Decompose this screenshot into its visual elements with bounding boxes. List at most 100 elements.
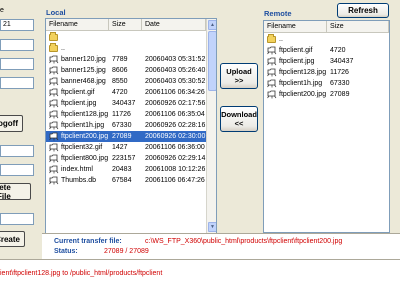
local-row[interactable]: .. (46, 43, 206, 54)
file-icon (49, 88, 59, 97)
remote-row[interactable]: ftpclient.gif 4720 (264, 45, 389, 56)
path-field[interactable] (0, 145, 34, 157)
remote-row[interactable]: ftpclient128.jpg 11726 (264, 67, 389, 78)
local-filename: ftpclient.jpg (61, 100, 97, 107)
local-size: 1427 (112, 144, 128, 151)
local-title: Local (46, 8, 66, 17)
local-date: 20061106 06:35:04 (145, 111, 205, 118)
log-line: ient\ftpclient128.jpg to /public_html/pr… (0, 270, 163, 277)
remote-file-list[interactable]: Filename Size .. ftpclient.gif 4720 ftpclie… (263, 20, 390, 233)
scroll-up-icon[interactable]: ▲ (208, 20, 216, 30)
local-row[interactable]: ftpclient1h.jpg 67330 20060926 02:28:16 (46, 120, 206, 131)
local-file-list[interactable]: Filename Size Date .. banner120.jpg 7789 20… (45, 18, 217, 234)
local-date: 20060926 02:29:14 (145, 155, 206, 162)
scroll-down-icon[interactable]: ▼ (208, 222, 216, 232)
local-date: 20060926 02:17:56 (145, 100, 206, 107)
local-row[interactable]: ftpclient.gif 4720 20061106 06:34:26 (46, 87, 206, 98)
local-filename: ftpclient.gif (61, 89, 95, 96)
log-panel[interactable]: ient\ftpclient128.jpg to /public_html/pr… (0, 259, 400, 287)
remote-col-size[interactable]: Size (327, 21, 389, 33)
local-row[interactable]: ftpclient32.gif 1427 20061106 06:36:00 (46, 142, 206, 153)
local-size: 8606 (112, 67, 128, 74)
logoff-button[interactable]: Logoff (0, 115, 23, 132)
local-filename: ftpclient1h.jpg (61, 122, 105, 129)
remote-size: 340437 (330, 58, 354, 65)
local-row[interactable]: banner468.jpg 8550 20060403 05:30:52 (46, 76, 206, 87)
file-icon (267, 79, 277, 88)
local-row[interactable]: index.html 20483 20061008 10:12:26 (46, 164, 206, 175)
delete-file-button[interactable]: lete File (0, 182, 31, 201)
local-col-size[interactable]: Size (109, 19, 142, 31)
local-col-date[interactable]: Date (142, 19, 206, 31)
remote-row[interactable]: ftpclient1h.jpg 67330 (264, 78, 389, 89)
local-date: 20060926 02:30:00 (145, 133, 206, 140)
file-icon (49, 55, 59, 64)
local-row[interactable]: banner120.jpg 7789 20060403 05:31:52 (46, 54, 206, 65)
local-size: 67330 (112, 122, 132, 129)
local-date: 20061106 06:47:26 (145, 177, 205, 184)
create-label: Create (0, 234, 20, 244)
port-field[interactable]: 21 (0, 19, 34, 31)
local-date: 20061008 10:12:26 (145, 166, 206, 173)
user-field[interactable] (0, 58, 34, 70)
logoff-label: Logoff (0, 119, 18, 128)
local-row[interactable]: Thumbs.db 67584 20061106 06:47:26 (46, 175, 206, 186)
local-size: 8550 (112, 78, 128, 85)
local-row[interactable]: ftpclient.jpg 340437 20060926 02:17:56 (46, 98, 206, 109)
scroll-thumb[interactable] (208, 31, 216, 91)
local-size: 27089 (112, 133, 132, 140)
local-filename: banner468.jpg (61, 78, 106, 85)
file-icon (49, 121, 59, 130)
local-scrollbar[interactable]: ▲ ▼ (206, 19, 216, 233)
host-field[interactable] (0, 39, 34, 51)
refresh-button[interactable]: Refresh (337, 3, 389, 18)
local-row[interactable]: ftpclient200.jpg 27089 20060926 02:30:00 (46, 131, 206, 142)
remote-row[interactable]: ftpclient.jpg 340437 (264, 56, 389, 67)
download-label: Download (221, 110, 257, 119)
file-icon (267, 46, 277, 55)
remote-row[interactable]: .. (264, 34, 389, 45)
local-size: 223157 (112, 155, 136, 162)
file-icon (267, 57, 277, 66)
local-filename: .. (61, 45, 65, 52)
remote-filename: ftpclient200.jpg (279, 91, 327, 98)
local-row[interactable] (46, 32, 206, 43)
rename-field[interactable] (0, 164, 34, 176)
file-icon (267, 68, 277, 77)
delete-label: lete File (0, 182, 11, 201)
upload-button[interactable]: Upload >> (220, 63, 258, 89)
file-icon (49, 66, 59, 75)
remote-col-filename[interactable]: Filename (264, 21, 327, 33)
local-row[interactable]: banner125.jpg 8606 20060403 05:26:40 (46, 65, 206, 76)
status-value: 27089 / 27089 (104, 248, 149, 255)
port-value: 21 (3, 21, 11, 28)
local-size: 4720 (112, 89, 128, 96)
new-folder-field[interactable] (0, 213, 34, 225)
folder-icon (49, 43, 58, 52)
local-size: 7789 (112, 56, 128, 63)
download-button[interactable]: Download << (220, 106, 258, 132)
create-button[interactable]: Create (0, 231, 25, 247)
remote-filename: ftpclient1h.jpg (279, 80, 323, 87)
local-filename: Thumbs.db (61, 177, 97, 184)
transfer-status-panel: Current transfer file: c:\WS_FTP_X360\pu… (42, 233, 400, 259)
remote-size: 11726 (330, 69, 349, 76)
local-date: 20061106 06:34:26 (145, 89, 205, 96)
local-date: 20060403 05:30:52 (145, 78, 206, 85)
password-field[interactable] (0, 77, 34, 89)
remote-filename: .. (279, 36, 283, 43)
local-row[interactable]: ftpclient128.jpg 11726 20061106 06:35:04 (46, 109, 206, 120)
remote-row[interactable]: ftpclient200.jpg 27089 (264, 89, 389, 100)
status-label: Status: (54, 248, 78, 255)
local-filename: index.html (61, 166, 93, 173)
download-arrows-icon: << (234, 119, 244, 128)
local-col-filename[interactable]: Filename (46, 19, 109, 31)
remote-filename: ftpclient.jpg (279, 58, 315, 65)
file-icon (49, 165, 59, 174)
file-icon (267, 90, 277, 99)
local-date: 20060926 02:28:16 (145, 122, 206, 129)
local-size: 340437 (112, 100, 136, 107)
local-filename: banner120.jpg (61, 56, 106, 63)
file-icon (49, 99, 59, 108)
local-row[interactable]: ftpclient800.jpg 223157 20060926 02:29:14 (46, 153, 206, 164)
